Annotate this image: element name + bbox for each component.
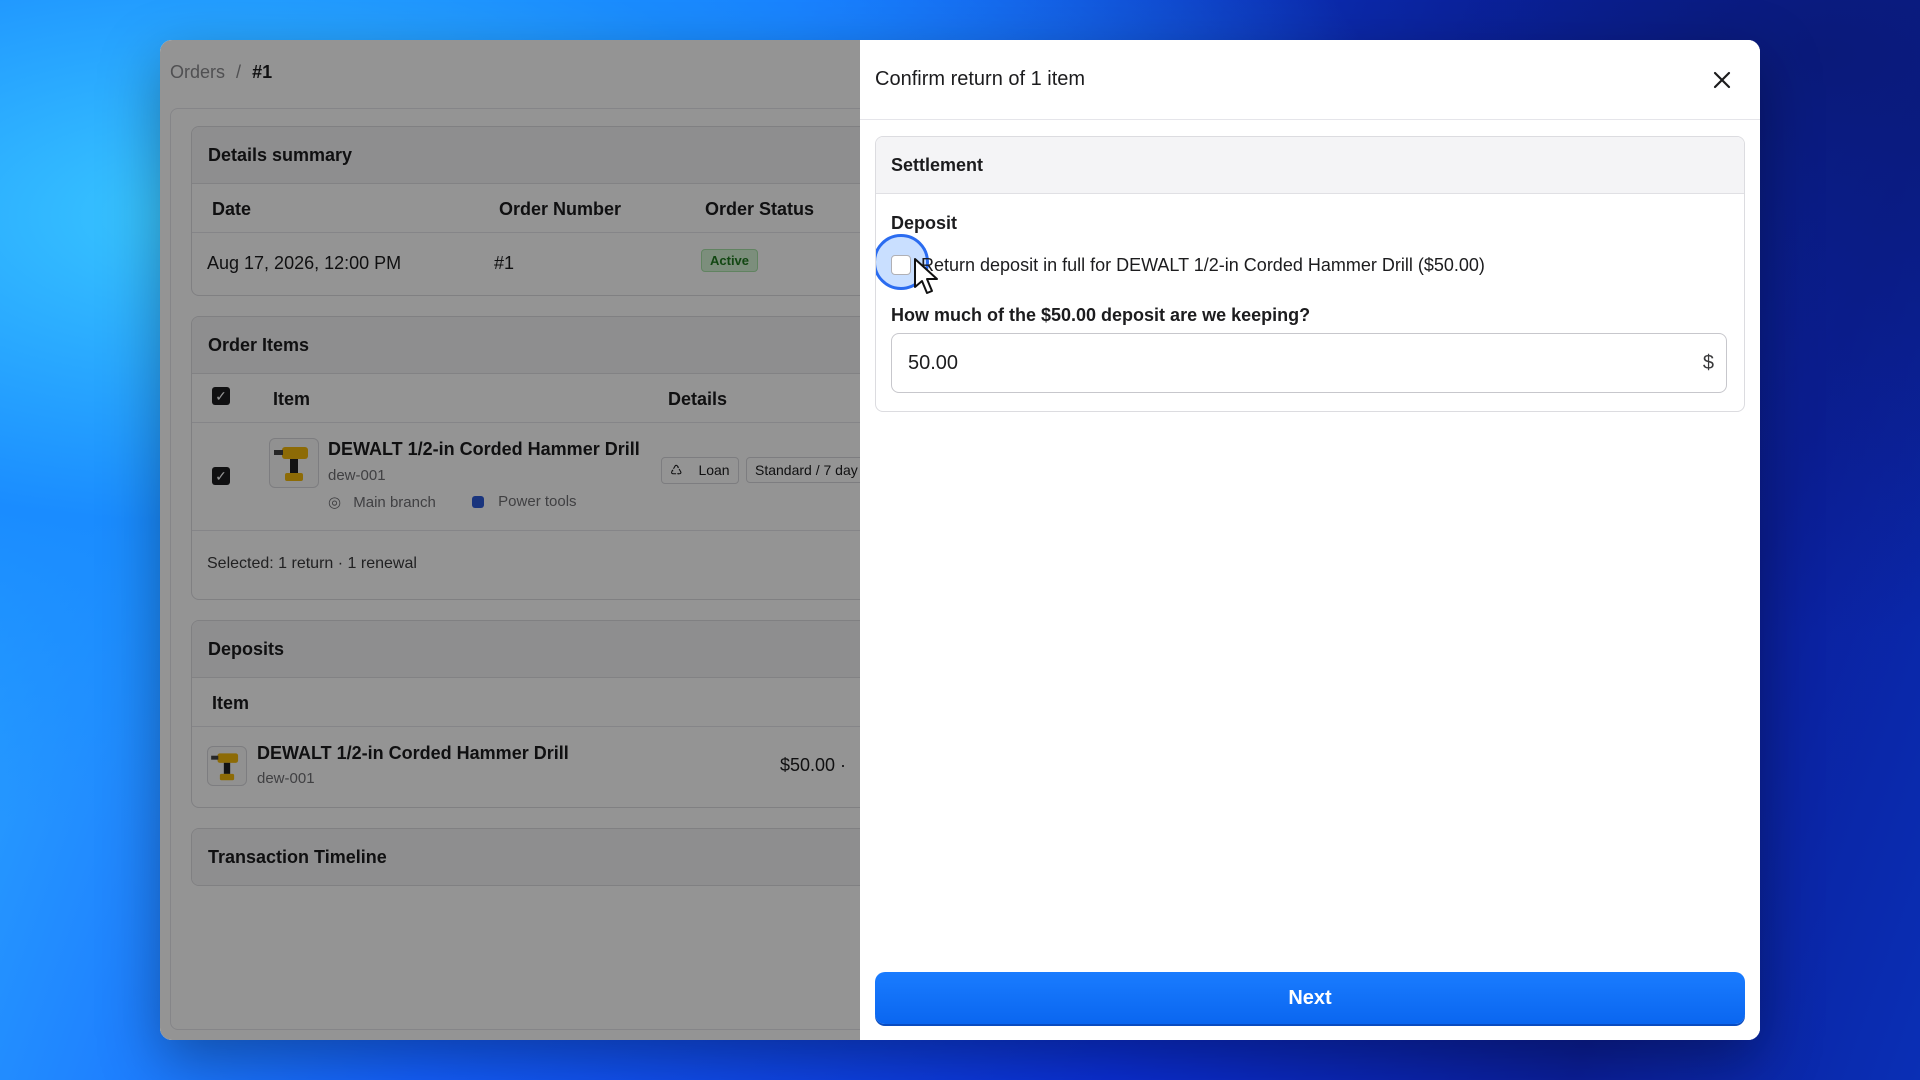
return-deposit-label[interactable]: Return deposit in full for DEWALT 1/2-in… — [921, 255, 1485, 276]
return-deposit-checkbox[interactable] — [891, 255, 911, 275]
next-button[interactable]: Next — [875, 972, 1745, 1024]
deposit-keep-question: How much of the $50.00 deposit are we ke… — [891, 305, 1311, 325]
mouse-cursor-icon — [914, 258, 938, 294]
settlement-title: Settlement — [876, 137, 1744, 194]
close-icon — [1713, 71, 1731, 89]
app-window: Orders / #1 Details summary Date Order N… — [160, 40, 1760, 1040]
modal-backdrop[interactable] — [160, 40, 860, 1040]
panel-title: Confirm return of 1 item — [875, 68, 1086, 90]
settlement-section: Settlement Deposit Return deposit in ful… — [875, 136, 1745, 412]
currency-symbol: $ — [1702, 352, 1714, 374]
confirm-return-panel: Confirm return of 1 item Settlement Depo… — [860, 40, 1760, 1040]
deposit-label: Deposit — [891, 213, 958, 233]
close-button[interactable] — [1708, 66, 1736, 94]
panel-divider — [860, 119, 1760, 120]
deposit-keep-amount-input[interactable] — [891, 333, 1727, 393]
